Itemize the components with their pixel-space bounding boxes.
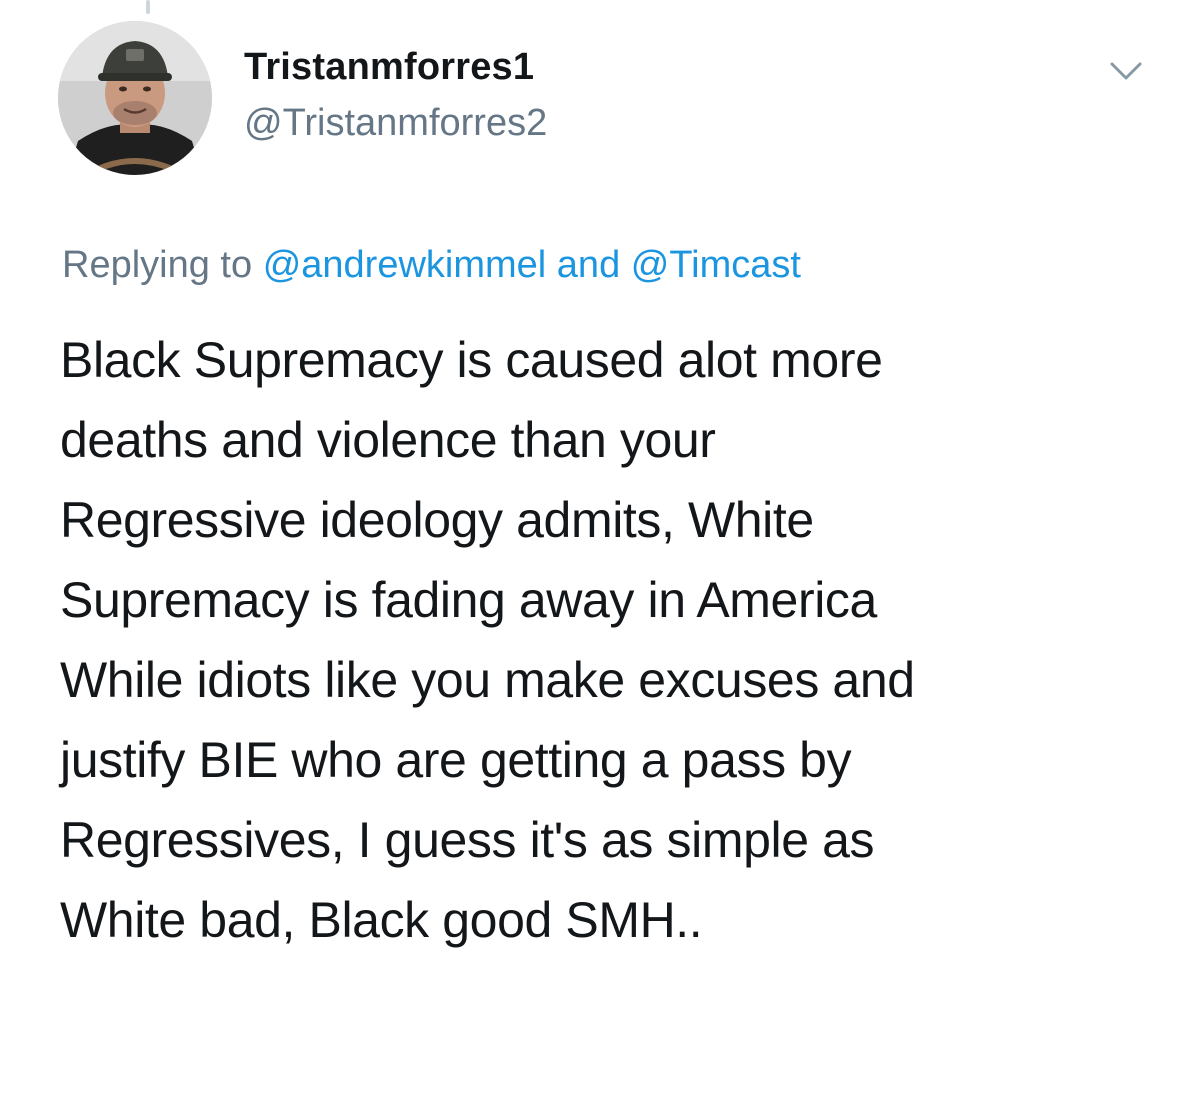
avatar[interactable] (58, 21, 212, 175)
reply-context: Replying to @andrewkimmel and @Timcast (62, 240, 801, 290)
tweet-card: Tristanmforres1 @Tristanmforres2 Replyin… (0, 0, 1200, 1119)
thread-connector-line (146, 0, 150, 14)
chevron-down-icon (1110, 62, 1142, 80)
author-handle[interactable]: @Tristanmforres2 (244, 100, 547, 146)
reply-conjunction[interactable]: and (557, 244, 620, 286)
tweet-text-line: While idiots like you make excuses and (60, 652, 915, 708)
tweet-menu-button[interactable] (1108, 58, 1144, 84)
tweet-text-line: Regressive ideology admits, White (60, 492, 814, 548)
tweet-text-line: Regressives, I guess it's as simple as (60, 812, 875, 868)
author-display-name[interactable]: Tristanmforres1 (244, 44, 534, 90)
tweet-text: Black Supremacy is caused alot more deat… (60, 320, 1170, 960)
reply-prefix: Replying to (62, 244, 253, 286)
mention-link-andrewkimmel[interactable]: @andrewkimmel (263, 244, 547, 286)
mention-link-timcast[interactable]: @Timcast (631, 244, 801, 286)
tweet-text-line: Supremacy is fading away in America (60, 572, 877, 628)
tweet-text-line: justify BIE who are getting a pass by (60, 732, 852, 788)
tweet-text-line: White bad, Black good SMH.. (60, 892, 703, 948)
user-photo-avatar-icon (58, 21, 212, 175)
tweet-text-line: Black Supremacy is caused alot more (60, 332, 883, 388)
tweet-text-line: deaths and violence than your (60, 412, 716, 468)
